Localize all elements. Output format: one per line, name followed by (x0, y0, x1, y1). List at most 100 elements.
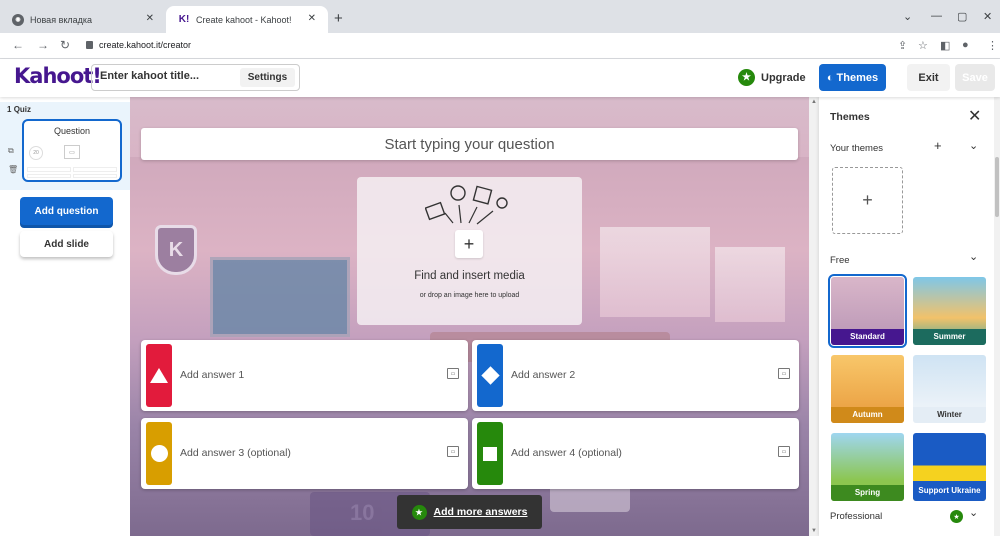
kahoot-title-field: Settings (91, 64, 300, 91)
new-tab-icon[interactable]: + (334, 10, 343, 27)
media-subtitle: or drop an image here to upload (419, 292, 520, 299)
delete-icon[interactable]: 🗑 (8, 165, 18, 174)
kahoot-title-input[interactable] (100, 70, 230, 82)
theme-card-summer[interactable]: Summer (913, 277, 986, 345)
browser-tab-new[interactable]: ◉ Новая вкладка ✕ (0, 6, 166, 33)
tab-search-icon[interactable]: ⌄ (903, 10, 912, 23)
professional-label: Professional (830, 511, 883, 522)
back-icon[interactable]: ← (12, 38, 24, 52)
kahoot-header: Kahoot! Settings ★ Upgrade ◐ Themes Exit… (0, 59, 1000, 97)
url-field[interactable]: create.kahoot.it/creator (86, 40, 191, 50)
theme-card-spring[interactable]: Spring (831, 433, 904, 501)
upgrade-label: Upgrade (761, 71, 806, 84)
reload-icon[interactable]: ↻ (60, 38, 70, 52)
chrome-icon: ◉ (12, 13, 24, 26)
answer-input[interactable]: Add answer 3 (optional) (180, 447, 291, 459)
url-text: create.kahoot.it/creator (99, 40, 192, 50)
add-more-answers-button[interactable]: ★ Add more answers (397, 495, 542, 529)
slide-list-panel: 1 Quiz ⧉ 🗑 Question 20 ▭ Add question Ad… (0, 97, 130, 536)
answer-card-4[interactable]: Add answer 4 (optional) ▭ (472, 418, 799, 489)
image-placeholder-icon: ▭ (64, 145, 80, 159)
address-bar: ← → ↻ create.kahoot.it/creator ⇪ ☆ ◧ ● ⋮ (0, 33, 1000, 59)
answer-shape-chip (477, 344, 503, 407)
close-icon[interactable]: ✕ (968, 106, 981, 126)
palette-icon: ◐ (826, 71, 834, 84)
add-custom-theme-button[interactable]: + (832, 167, 903, 234)
answer-input[interactable]: Add answer 2 (511, 369, 575, 381)
themes-label: Themes (836, 71, 879, 84)
scroll-thumb[interactable] (995, 157, 999, 217)
answer-card-1[interactable]: Add answer 1 ▭ (141, 340, 468, 411)
kahoot-favicon: K! (178, 14, 190, 25)
image-upload-icon[interactable]: ▭ (447, 368, 459, 379)
image-upload-icon[interactable]: ▭ (778, 368, 790, 379)
add-more-answers-label: Add more answers (433, 506, 528, 518)
theme-card-standard[interactable]: Standard (828, 274, 907, 348)
window-close-icon[interactable]: ✕ (983, 10, 992, 23)
answer-shape-chip (146, 422, 172, 485)
background-window (715, 247, 785, 322)
answer-card-2[interactable]: Add answer 2 ▭ (472, 340, 799, 411)
upgrade-button[interactable]: ★ Upgrade (738, 69, 806, 86)
media-title: Find and insert media (414, 270, 525, 282)
minimize-icon[interactable]: — (931, 10, 942, 22)
timer-icon: 20 (29, 146, 43, 160)
kahoot-logo[interactable]: Kahoot! (14, 64, 102, 88)
maximize-icon[interactable]: ▢ (957, 10, 967, 23)
image-upload-icon[interactable]: ▭ (447, 446, 459, 457)
background-board (210, 257, 350, 337)
themes-panel-title: Themes (830, 111, 870, 123)
tab-title: Create kahoot - Kahoot! (196, 14, 292, 25)
chevron-down-icon[interactable]: ⌄ (969, 250, 978, 263)
image-upload-icon[interactable]: ▭ (778, 446, 790, 457)
profile-icon[interactable]: ● (962, 39, 969, 51)
add-slide-button[interactable]: Add slide (20, 231, 113, 257)
close-icon[interactable]: ✕ (308, 13, 316, 24)
shirt-number: 10 (350, 500, 375, 525)
forward-icon[interactable]: → (37, 38, 49, 52)
settings-button[interactable]: Settings (240, 68, 295, 87)
exit-button[interactable]: Exit (907, 64, 950, 91)
slide-item-1[interactable]: 1 Quiz ⧉ 🗑 Question 20 ▭ (0, 102, 130, 190)
canvas-scrollbar[interactable]: ▲ ▼ (809, 97, 819, 536)
answer-card-3[interactable]: Add answer 3 (optional) ▭ (141, 418, 468, 489)
bookmark-star-icon[interactable]: ☆ (918, 39, 928, 52)
scroll-up-icon[interactable]: ▲ (811, 99, 817, 105)
theme-name: Autumn (831, 407, 904, 423)
theme-card-autumn[interactable]: Autumn (831, 355, 904, 423)
add-question-button[interactable]: Add question (20, 197, 113, 225)
share-icon[interactable]: ⇪ (898, 39, 907, 52)
theme-name: Summer (913, 329, 986, 345)
slide-thumbnail[interactable]: Question 20 ▭ (22, 119, 122, 182)
theme-card-winter[interactable]: Winter (913, 355, 986, 423)
insert-media-plus-icon[interactable]: + (455, 230, 483, 258)
star-icon: ★ (738, 69, 755, 86)
duplicate-icon[interactable]: ⧉ (8, 146, 14, 156)
media-illustration-icon (425, 185, 508, 225)
menu-icon[interactable]: ⋮ (987, 39, 998, 52)
chevron-down-icon[interactable]: ⌄ (969, 506, 978, 519)
question-input[interactable]: Start typing your question (141, 128, 798, 160)
thumb-title: Question (53, 126, 91, 136)
your-themes-label: Your themes (830, 143, 883, 154)
theme-name: Standard (831, 329, 904, 345)
theme-name: Spring (831, 485, 904, 501)
browser-tab-kahoot[interactable]: K! Create kahoot - Kahoot! ✕ (166, 6, 328, 33)
add-theme-plus-icon[interactable]: + (934, 138, 942, 153)
side-panel-icon[interactable]: ◧ (940, 39, 950, 52)
slide-number: 1 Quiz (7, 105, 32, 114)
close-icon[interactable]: ✕ (146, 13, 154, 24)
themes-button[interactable]: ◐ Themes (819, 64, 886, 91)
answer-input[interactable]: Add answer 1 (180, 369, 244, 381)
theme-name: Winter (913, 407, 986, 423)
answer-input[interactable]: Add answer 4 (optional) (511, 447, 622, 459)
lock-icon (86, 41, 93, 49)
theme-card-support-ukraine[interactable]: Support Ukraine (913, 433, 986, 501)
media-dropzone[interactable]: + Find and insert media or drop an image… (357, 177, 582, 325)
chevron-down-icon[interactable]: ⌄ (969, 139, 978, 152)
free-label: Free (830, 255, 850, 266)
star-icon: ★ (950, 510, 963, 523)
save-button[interactable]: Save (955, 64, 995, 91)
scroll-down-icon[interactable]: ▼ (811, 528, 817, 534)
themes-scrollbar[interactable] (994, 97, 1000, 536)
